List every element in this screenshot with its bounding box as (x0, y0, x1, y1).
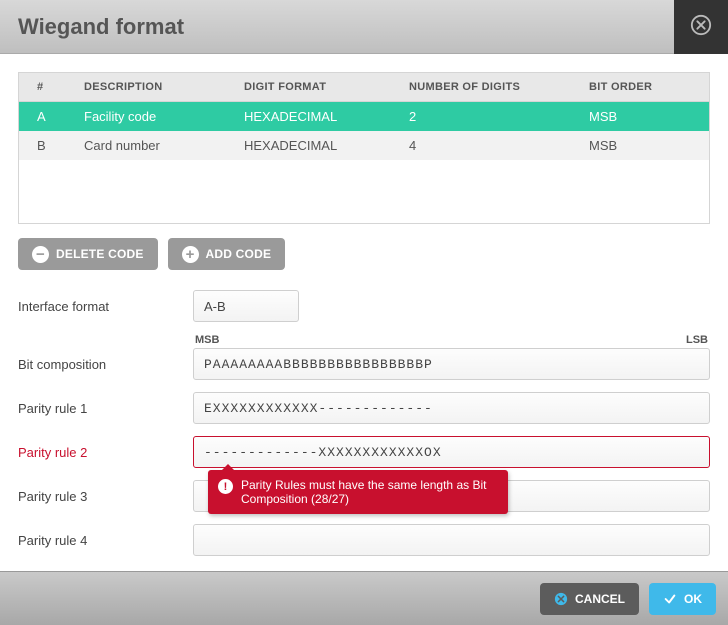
bit-composition-input[interactable] (193, 348, 710, 380)
row-parity-2: Parity rule 2 ! Parity Rules must have t… (18, 436, 710, 468)
cell-digit-format: HEXADECIMAL (234, 102, 399, 132)
dialog-footer: CANCEL OK (0, 571, 728, 625)
cell-num: A (19, 102, 74, 132)
parity-rule-2-input[interactable] (193, 436, 710, 468)
table-header-row: # DESCRIPTION DIGIT FORMAT NUMBER OF DIG… (19, 73, 709, 102)
cell-digit-format: HEXADECIMAL (234, 131, 399, 160)
row-interface-format: Interface format (18, 290, 710, 322)
table-row[interactable]: B Card number HEXADECIMAL 4 MSB (19, 131, 709, 160)
cell-num: B (19, 131, 74, 160)
label-parity-3: Parity rule 3 (18, 489, 193, 504)
row-parity-4: Parity rule 4 (18, 524, 710, 556)
close-button[interactable] (674, 0, 728, 54)
label-parity-2: Parity rule 2 (18, 445, 193, 460)
dialog-title: Wiegand format (18, 14, 184, 40)
code-table: # DESCRIPTION DIGIT FORMAT NUMBER OF DIG… (18, 72, 710, 224)
label-interface-format: Interface format (18, 299, 193, 314)
parity-2-error-text: Parity Rules must have the same length a… (241, 478, 496, 506)
bit-endianness-labels: MSB LSB (193, 334, 710, 348)
cell-description: Card number (74, 131, 234, 160)
msb-label: MSB (195, 334, 219, 346)
label-parity-1: Parity rule 1 (18, 401, 193, 416)
delete-code-button[interactable]: − DELETE CODE (18, 238, 158, 270)
cancel-icon (554, 592, 568, 606)
row-parity-1: Parity rule 1 (18, 392, 710, 424)
ok-button[interactable]: OK (649, 583, 716, 615)
check-icon (663, 592, 677, 606)
parity-rule-4-input[interactable] (193, 524, 710, 556)
parity-rule-1-input[interactable] (193, 392, 710, 424)
lsb-label: LSB (686, 334, 708, 346)
cancel-label: CANCEL (575, 592, 625, 606)
error-icon: ! (218, 479, 233, 494)
th-digit-format: DIGIT FORMAT (234, 73, 399, 102)
cell-description: Facility code (74, 102, 234, 132)
close-icon (690, 14, 712, 39)
th-num: # (19, 73, 74, 102)
delete-code-label: DELETE CODE (56, 247, 144, 261)
parity-2-error-tooltip: ! Parity Rules must have the same length… (208, 470, 508, 514)
cell-number-of-digits: 4 (399, 131, 579, 160)
wiegand-format-dialog: Wiegand format # DESCRIPTION DIGIT FORMA… (0, 0, 728, 625)
minus-icon: − (32, 246, 49, 263)
ok-label: OK (684, 592, 702, 606)
label-parity-4: Parity rule 4 (18, 533, 193, 548)
add-code-label: ADD CODE (206, 247, 272, 261)
dialog-titlebar: Wiegand format (0, 0, 728, 54)
interface-format-input[interactable] (193, 290, 299, 322)
cancel-button[interactable]: CANCEL (540, 583, 639, 615)
th-number-of-digits: NUMBER OF DIGITS (399, 73, 579, 102)
table-row[interactable]: A Facility code HEXADECIMAL 2 MSB (19, 102, 709, 132)
code-button-row: − DELETE CODE + ADD CODE (18, 238, 710, 270)
th-description: DESCRIPTION (74, 73, 234, 102)
add-code-button[interactable]: + ADD CODE (168, 238, 286, 270)
th-bit-order: BIT ORDER (579, 73, 709, 102)
row-bit-composition: Bit composition (18, 348, 710, 380)
plus-icon: + (182, 246, 199, 263)
form: Interface format MSB LSB Bit composition… (18, 290, 710, 556)
dialog-content: # DESCRIPTION DIGIT FORMAT NUMBER OF DIG… (0, 54, 728, 571)
label-bit-composition: Bit composition (18, 357, 193, 372)
cell-bit-order: MSB (579, 102, 709, 132)
cell-number-of-digits: 2 (399, 102, 579, 132)
cell-bit-order: MSB (579, 131, 709, 160)
